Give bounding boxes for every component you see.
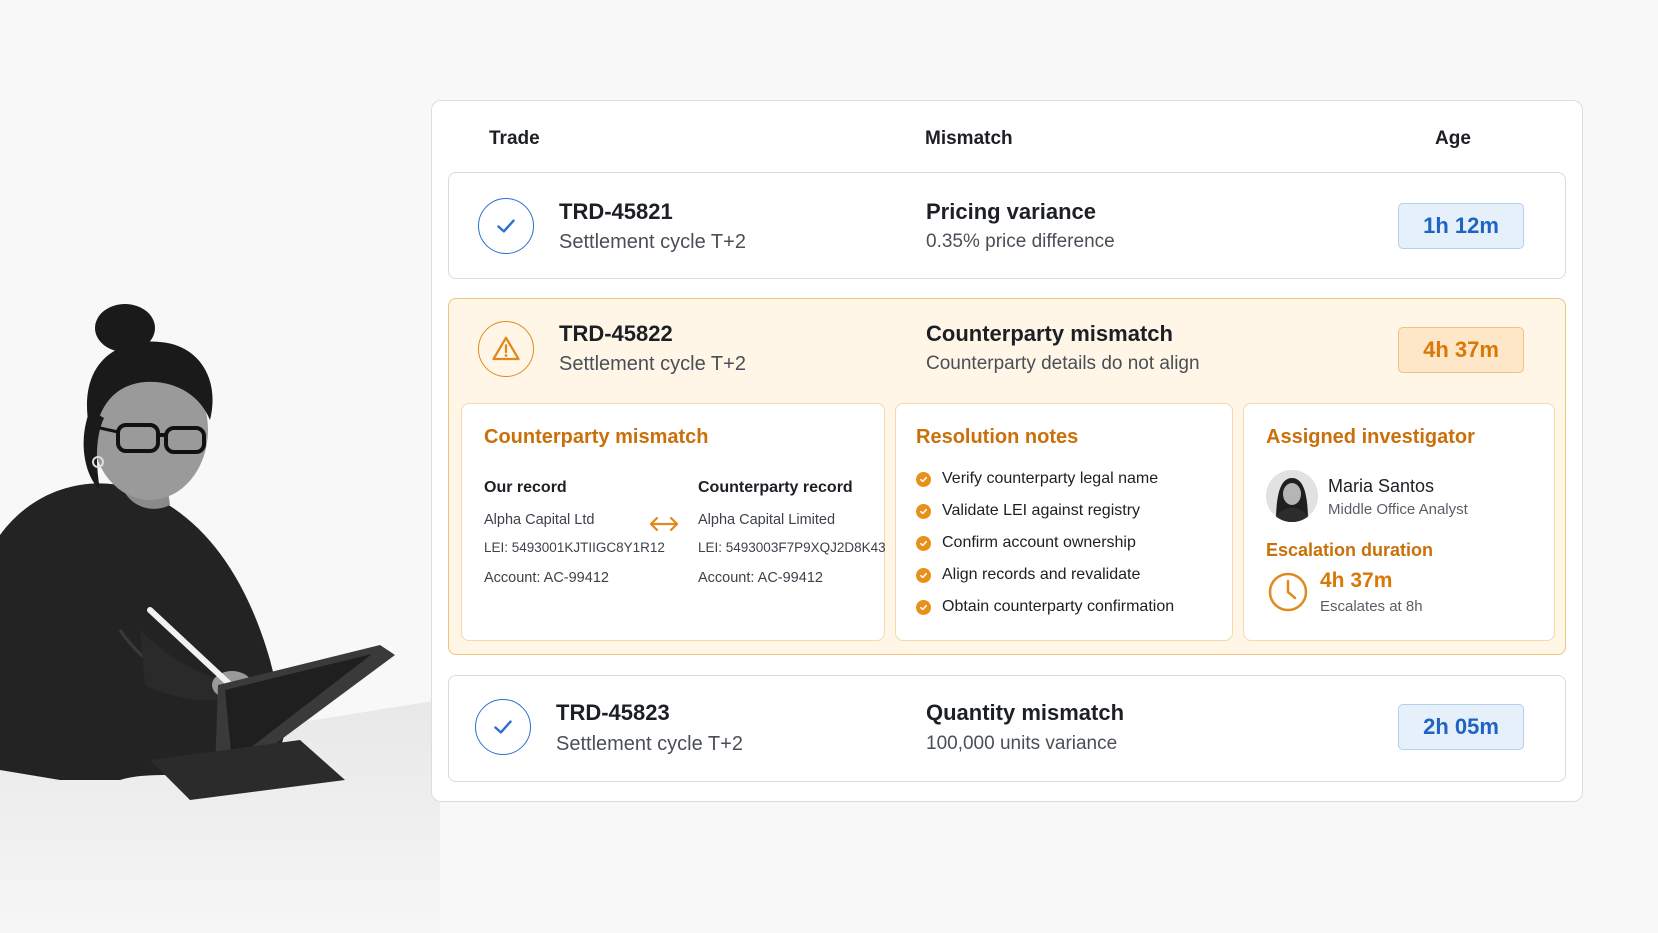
list-item: Verify counterparty legal name — [916, 470, 1158, 488]
trade-row-expanded[interactable]: TRD-45822 Settlement cycle T+2 Counterpa… — [448, 298, 1566, 655]
check-icon — [475, 699, 531, 755]
mismatch-detail: 0.35% price difference — [926, 231, 1115, 252]
our-record-heading: Our record — [484, 479, 567, 496]
trade-id: TRD-45823 — [556, 700, 670, 725]
our-record-lei: LEI: 5493001KJTIIGC8Y1R12 — [484, 540, 665, 555]
trade-column-header: Trade — [489, 128, 540, 149]
counterparty-record-account: Account: AC-99412 — [698, 570, 823, 586]
card-title: Assigned investigator — [1266, 426, 1475, 448]
investigator-name: Maria Santos — [1328, 476, 1435, 496]
age-badge: 2h 05m — [1398, 704, 1524, 750]
our-record-name: Alpha Capital Ltd — [484, 512, 595, 528]
trade-id: TRD-45822 — [559, 321, 673, 346]
investigator-card: Assigned investigator Maria Santos Middl… — [1243, 403, 1555, 641]
clock-icon — [1266, 570, 1310, 619]
investigator-role: Middle Office Analyst — [1328, 501, 1468, 518]
mismatch-column-header: Mismatch — [925, 128, 1013, 149]
mismatch-type: Quantity mismatch — [926, 700, 1125, 725]
our-record-account: Account: AC-99412 — [484, 570, 609, 586]
check-bullet-icon — [916, 567, 931, 583]
counterparty-record-heading: Counterparty record — [698, 479, 853, 496]
resolution-notes-card: Resolution notes Verify counterparty leg… — [895, 403, 1233, 641]
trade-id: TRD-45821 — [559, 199, 673, 224]
check-bullet-icon — [916, 535, 931, 551]
mismatch-detail: 100,000 units variance — [926, 733, 1118, 754]
age-badge: 1h 12m — [1398, 203, 1524, 249]
check-icon — [478, 198, 534, 254]
card-title: Counterparty mismatch — [484, 426, 709, 448]
check-bullet-icon — [916, 471, 931, 487]
mismatch-type: Pricing variance — [926, 199, 1096, 224]
card-title: Resolution notes — [916, 426, 1079, 448]
trade-row[interactable]: TRD-45823 Settlement cycle T+2 Quantity … — [448, 675, 1566, 782]
age-column-header: Age — [1435, 128, 1471, 149]
list-item: Confirm account ownership — [916, 534, 1136, 552]
settlement-cycle: Settlement cycle T+2 — [559, 353, 746, 375]
list-item: Align records and revalidate — [916, 566, 1140, 584]
counterparty-record-name: Alpha Capital Limited — [698, 512, 836, 528]
counterparty-comparison-card: Counterparty mismatch Our record Alpha C… — [461, 403, 886, 641]
avatar — [1266, 470, 1318, 522]
escalation-duration: 4h 37m — [1320, 569, 1393, 592]
check-bullet-icon — [916, 503, 931, 519]
list-item: Obtain counterparty confirmation — [916, 598, 1174, 616]
settlement-cycle: Settlement cycle T+2 — [556, 733, 743, 755]
trade-row[interactable]: TRD-45821 Settlement cycle T+2 Pricing v… — [448, 172, 1566, 279]
settlement-cycle: Settlement cycle T+2 — [559, 231, 746, 253]
list-item: Validate LEI against registry — [916, 502, 1140, 520]
warning-icon — [478, 321, 534, 377]
counterparty-record-lei: LEI: 5493003F7P9XQJ2D8K43 — [698, 540, 886, 555]
escalation-label: Escalation duration — [1266, 540, 1434, 560]
person-with-tablet-photo — [0, 304, 440, 933]
escalation-threshold: Escalates at 8h — [1320, 598, 1423, 615]
age-badge: 4h 37m — [1398, 327, 1524, 373]
reconciliation-panel: Trade Mismatch Age TRD-45821 Settlement … — [431, 100, 1583, 802]
check-bullet-icon — [916, 599, 931, 615]
double-arrow-icon — [648, 514, 680, 539]
mismatch-detail: Counterparty details do not align — [926, 353, 1200, 374]
mismatch-type: Counterparty mismatch — [926, 321, 1173, 346]
